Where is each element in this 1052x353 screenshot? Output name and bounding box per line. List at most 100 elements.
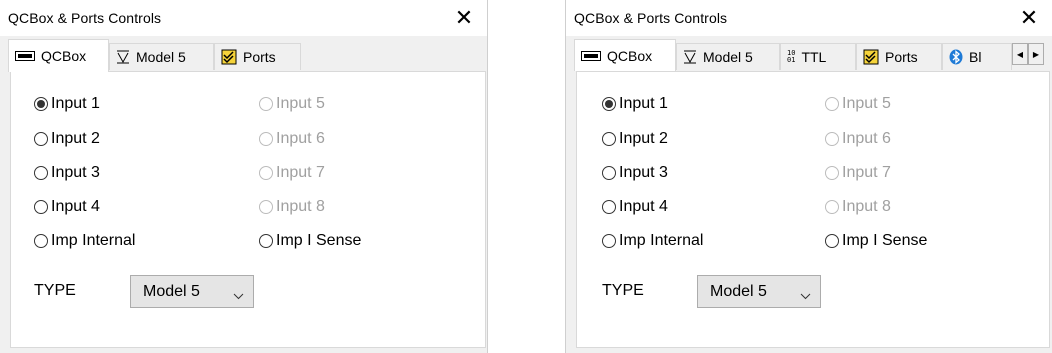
radio-label: Input 2 — [619, 130, 668, 147]
radio-button — [259, 166, 273, 180]
tab-qcbox[interactable]: QCBox — [574, 39, 676, 71]
radio-input-1[interactable]: Input 1 — [34, 94, 100, 114]
radio-input-4[interactable]: Input 4 — [602, 197, 668, 217]
tab-bluetooth[interactable]: Bl — [942, 43, 1012, 70]
tab-ttl[interactable]: 10 01 TTL — [780, 43, 856, 70]
tab-label: Model 5 — [136, 49, 186, 65]
radio-label: Input 2 — [51, 130, 100, 147]
type-select-value: Model 5 — [710, 282, 767, 300]
radio-label: Input 1 — [619, 95, 668, 112]
tab-label: Ports — [885, 49, 918, 65]
radio-input-6: Input 6 — [825, 129, 891, 149]
radio-label: Input 3 — [619, 164, 668, 181]
tab-ports[interactable]: Ports — [214, 43, 301, 70]
tab-ports[interactable]: Ports — [856, 43, 942, 70]
radio-imp-internal[interactable]: Imp Internal — [602, 231, 703, 251]
type-select[interactable]: Model 5 — [130, 275, 254, 308]
radio-label: Input 4 — [619, 198, 668, 215]
radio-button[interactable] — [602, 200, 616, 214]
radio-imp-i-sense[interactable]: Imp I Sense — [259, 231, 361, 251]
tab-label: TTL — [801, 49, 827, 65]
radio-input-5: Input 5 — [259, 94, 325, 114]
qcbox-panel: Input 1 Input 2 Input 3 Input 4 Imp Inte… — [10, 71, 486, 348]
arrow-left-icon: ◀ — [1016, 49, 1024, 59]
radio-input-7: Input 7 — [825, 163, 891, 183]
radio-button — [825, 166, 839, 180]
radio-imp-internal[interactable]: Imp Internal — [34, 231, 135, 251]
tab-model-5[interactable]: Model 5 — [109, 43, 214, 70]
radio-button[interactable] — [602, 132, 616, 146]
radio-label: Input 5 — [276, 95, 325, 112]
radio-button[interactable] — [34, 132, 48, 146]
radio-button — [259, 200, 273, 214]
type-select-value: Model 5 — [143, 282, 200, 300]
type-select[interactable]: Model 5 — [697, 275, 821, 308]
title-bar: QCBox & Ports Controls ✕ — [0, 0, 487, 36]
close-button[interactable]: ✕ — [441, 0, 487, 36]
qcbox-device-icon — [581, 51, 601, 61]
radio-button — [825, 97, 839, 111]
radio-label: Input 7 — [276, 164, 325, 181]
radio-label: Imp Internal — [51, 232, 136, 249]
radio-input-8: Input 8 — [825, 197, 891, 217]
radio-label: Imp I Sense — [842, 232, 928, 249]
radio-input-3[interactable]: Input 3 — [34, 163, 100, 183]
tab-strip: QCBox Model 5 Ports — [8, 39, 479, 72]
radio-imp-i-sense[interactable]: Imp I Sense — [825, 231, 927, 251]
close-icon: ✕ — [454, 5, 474, 30]
tab-model-5[interactable]: Model 5 — [676, 43, 780, 70]
radio-label: Input 8 — [842, 198, 891, 215]
tab-qcbox[interactable]: QCBox — [8, 39, 109, 72]
tab-label: Model 5 — [703, 49, 753, 65]
radio-input-8: Input 8 — [259, 197, 325, 217]
radio-label: Input 3 — [51, 164, 100, 181]
radio-label: Input 6 — [842, 130, 891, 147]
radio-input-5: Input 5 — [825, 94, 891, 114]
title-bar: QCBox & Ports Controls ✕ — [566, 0, 1052, 36]
close-icon: ✕ — [1019, 5, 1039, 30]
radio-button[interactable] — [34, 97, 48, 111]
radio-input-2[interactable]: Input 2 — [34, 129, 100, 149]
radio-button[interactable] — [34, 166, 48, 180]
radio-button[interactable] — [602, 234, 616, 248]
radio-input-4[interactable]: Input 4 — [34, 197, 100, 217]
tab-label: Bl — [969, 49, 982, 65]
tab-scroll-right-button[interactable]: ▶ — [1028, 43, 1044, 65]
radio-button[interactable] — [602, 97, 616, 111]
radio-input-3[interactable]: Input 3 — [602, 163, 668, 183]
radio-button — [825, 132, 839, 146]
close-button[interactable]: ✕ — [1006, 0, 1052, 36]
radio-input-1[interactable]: Input 1 — [602, 94, 668, 114]
tab-label: QCBox — [607, 48, 653, 64]
radio-button[interactable] — [259, 234, 273, 248]
ttl-binary-icon: 10 01 — [787, 49, 796, 64]
window-title: QCBox & Ports Controls — [8, 10, 162, 26]
radio-button[interactable] — [34, 200, 48, 214]
type-label: TYPE — [34, 282, 76, 299]
radio-button — [259, 97, 273, 111]
radio-label: Input 4 — [51, 198, 100, 215]
radio-label: Imp I Sense — [276, 232, 362, 249]
right-window: QCBox & Ports Controls ✕ QCBox Model 5 1… — [565, 0, 1052, 353]
radio-input-6: Input 6 — [259, 129, 325, 149]
radio-button[interactable] — [825, 234, 839, 248]
chevron-down-icon — [233, 287, 244, 305]
radio-label: Imp Internal — [619, 232, 704, 249]
radio-input-2[interactable]: Input 2 — [602, 129, 668, 149]
qcbox-panel: Input 1 Input 2 Input 3 Input 4 Imp Inte… — [576, 71, 1050, 348]
radio-button[interactable] — [602, 166, 616, 180]
qcbox-device-icon — [15, 51, 35, 61]
tab-strip: QCBox Model 5 10 01 TTL Ports Bl ◀ ▶ — [574, 39, 1044, 71]
bluetooth-icon — [949, 49, 963, 65]
tab-scroll-left-button[interactable]: ◀ — [1012, 43, 1028, 65]
window-title: QCBox & Ports Controls — [574, 10, 728, 26]
radio-label: Input 1 — [51, 95, 100, 112]
radio-button — [259, 132, 273, 146]
arrow-right-icon: ▶ — [1032, 49, 1040, 59]
type-label: TYPE — [602, 282, 644, 299]
radio-label: Input 7 — [842, 164, 891, 181]
radio-input-7: Input 7 — [259, 163, 325, 183]
radio-button[interactable] — [34, 234, 48, 248]
model-v-icon — [683, 50, 697, 64]
radio-label: Input 6 — [276, 130, 325, 147]
